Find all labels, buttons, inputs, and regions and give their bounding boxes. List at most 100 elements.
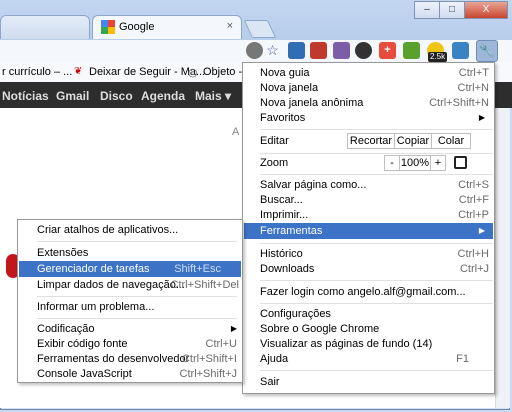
menu-separator — [260, 153, 493, 154]
menu-shortcut: Ctrl+F — [458, 194, 489, 206]
menu-item-settings[interactable]: Configurações — [260, 306, 493, 322]
menu-item-history[interactable]: Histórico Ctrl+H — [260, 246, 493, 262]
menu-shortcut: Ctrl+N — [457, 82, 489, 94]
menu-shortcut: Ctrl+H — [457, 248, 489, 260]
menu-label: Imprimir... — [260, 209, 309, 221]
menu-item-background-pages[interactable]: Visualizar as páginas de fundo (14) — [260, 336, 493, 352]
extension-feather-icon[interactable] — [333, 42, 350, 59]
bookmark-item[interactable]: r currículo – ... — [2, 66, 72, 78]
menu-shortcut: Ctrl+U — [205, 338, 237, 350]
menu-separator — [260, 303, 493, 304]
menu-label: Sair — [260, 376, 280, 388]
menu-label: Nova janela anônima — [260, 97, 364, 109]
bookmark-icon: ❦ — [74, 66, 83, 77]
menu-shortcut: Ctrl+T — [458, 67, 489, 79]
menu-label: Ajuda — [260, 353, 289, 365]
minimize-button[interactable]: – — [414, 1, 440, 19]
google-bar-item[interactable]: Mais ▾ — [195, 89, 231, 103]
menu-item-create-shortcuts[interactable]: Criar atalhos de aplicativos... — [37, 222, 237, 238]
menu-item-task-manager[interactable]: Gerenciador de tarefas Shift+Esc — [19, 261, 241, 277]
zoom-out-button[interactable]: - — [384, 155, 400, 171]
menu-item-tools[interactable]: Ferramentas ▶ — [244, 223, 493, 239]
tab-title: Google — [119, 21, 155, 33]
menu-item-downloads[interactable]: Downloads Ctrl+J — [260, 261, 493, 277]
tab-previous[interactable] — [0, 15, 90, 39]
menu-label: Ferramentas — [260, 225, 323, 237]
menu-shortcut: Shift+Esc — [174, 263, 221, 275]
extension-bulb-icon[interactable] — [246, 42, 263, 59]
close-window-button[interactable]: X — [464, 1, 508, 19]
menu-item-print[interactable]: Imprimir... Ctrl+P — [260, 207, 493, 223]
menu-label: Editar — [260, 135, 289, 147]
menu-item-exit[interactable]: Sair — [260, 374, 493, 390]
menu-item-new-tab[interactable]: Nova guia Ctrl+T — [260, 65, 493, 81]
menu-item-find[interactable]: Buscar... Ctrl+F — [260, 192, 493, 208]
google-bar-item[interactable]: Disco — [100, 89, 133, 103]
menu-item-view-source[interactable]: Exibir código fonte Ctrl+U — [37, 336, 237, 352]
menu-shortcut: Ctrl+Shift+I — [181, 353, 237, 365]
menu-item-report-issue[interactable]: Informar um problema... — [37, 299, 237, 315]
extension-signal-icon[interactable] — [403, 42, 420, 59]
menu-label: Configurações — [260, 308, 331, 320]
google-favicon-icon — [101, 20, 115, 34]
menu-label: Buscar... — [260, 194, 303, 206]
menu-label: Zoom — [260, 157, 289, 169]
menu-label: Codificação — [37, 323, 95, 335]
menu-label: Downloads — [260, 263, 315, 275]
paste-button[interactable]: Colar — [431, 133, 471, 149]
menu-separator — [260, 129, 493, 130]
wrench-menu-icon[interactable]: 🔧 — [476, 40, 498, 62]
menu-item-extensions[interactable]: Extensões — [37, 245, 237, 261]
close-tab-icon[interactable]: × — [227, 20, 233, 32]
menu-separator — [260, 243, 493, 244]
menu-shortcut: Ctrl+P — [458, 209, 489, 221]
new-tab-button[interactable] — [243, 20, 277, 38]
menu-separator — [260, 174, 493, 175]
tools-submenu: Criar atalhos de aplicativos... Extensõe… — [17, 219, 243, 383]
extension-music-icon[interactable] — [310, 42, 327, 59]
menu-separator — [260, 370, 493, 371]
menu-item-incognito[interactable]: Nova janela anônima Ctrl+Shift+N — [260, 95, 493, 111]
menu-item-favorites[interactable]: Favoritos ▶ — [260, 110, 493, 126]
google-bar-item[interactable]: Agenda — [141, 89, 185, 103]
window-controls: – □ X — [414, 1, 508, 19]
tab-google[interactable]: Google × — [92, 15, 242, 39]
menu-item-dev-tools[interactable]: Ferramentas do desenvolvedor Ctrl+Shift+… — [37, 351, 237, 367]
menu-label: Sobre o Google Chrome — [260, 323, 380, 335]
menu-item-login[interactable]: Fazer login como angelo.alf@gmail.com... — [260, 284, 493, 300]
menu-item-clear-data[interactable]: Limpar dados de navegação... Ctrl+Shift+… — [37, 277, 239, 293]
menu-item-help[interactable]: Ajuda F1 — [260, 351, 493, 367]
menu-label: Salvar página como... — [260, 179, 367, 191]
zoom-in-button[interactable]: + — [430, 155, 446, 171]
extension-stack-icon[interactable] — [452, 42, 469, 59]
submenu-arrow-icon: ▶ — [478, 226, 485, 235]
google-bar-item[interactable]: Notícias — [2, 89, 49, 103]
menu-label: Informar um problema... — [37, 301, 155, 313]
menu-separator — [260, 280, 493, 281]
cut-button[interactable]: Recortar — [347, 133, 395, 149]
menu-label: Criar atalhos de aplicativos... — [37, 224, 179, 236]
submenu-arrow-icon: ▶ — [478, 113, 485, 122]
menu-label: Nova guia — [260, 67, 310, 79]
menu-label: Limpar dados de navegação... — [37, 279, 185, 291]
google-bar-item[interactable]: Gmail — [56, 89, 89, 103]
menu-label: Extensões — [37, 247, 89, 259]
menu-shortcut: Ctrl+Shift+J — [179, 368, 237, 380]
extension-dark-icon[interactable] — [355, 42, 372, 59]
extension-plus-icon[interactable]: + — [379, 42, 396, 59]
menu-item-js-console[interactable]: Console JavaScript Ctrl+Shift+J — [37, 366, 237, 382]
menu-item-save-page[interactable]: Salvar página como... Ctrl+S — [260, 177, 493, 193]
menu-item-about[interactable]: Sobre o Google Chrome — [260, 321, 493, 337]
extension-puzzle-icon[interactable] — [288, 42, 305, 59]
menu-item-new-window[interactable]: Nova janela Ctrl+N — [260, 80, 493, 96]
extension-badge: 2.5k — [428, 52, 448, 62]
wrench-menu: Nova guia Ctrl+T Nova janela Ctrl+N Nova… — [242, 62, 495, 394]
menu-item-encoding[interactable]: Codificação ▶ — [37, 321, 237, 337]
maximize-button[interactable]: □ — [439, 1, 465, 19]
menu-shortcut: F1 — [456, 353, 469, 365]
copy-button[interactable]: Copiar — [394, 133, 432, 149]
menu-label: Histórico — [260, 248, 303, 260]
scrollbar[interactable] — [495, 108, 510, 408]
fullscreen-icon[interactable] — [454, 156, 467, 169]
bookmark-star-icon[interactable]: ☆ — [264, 42, 281, 59]
